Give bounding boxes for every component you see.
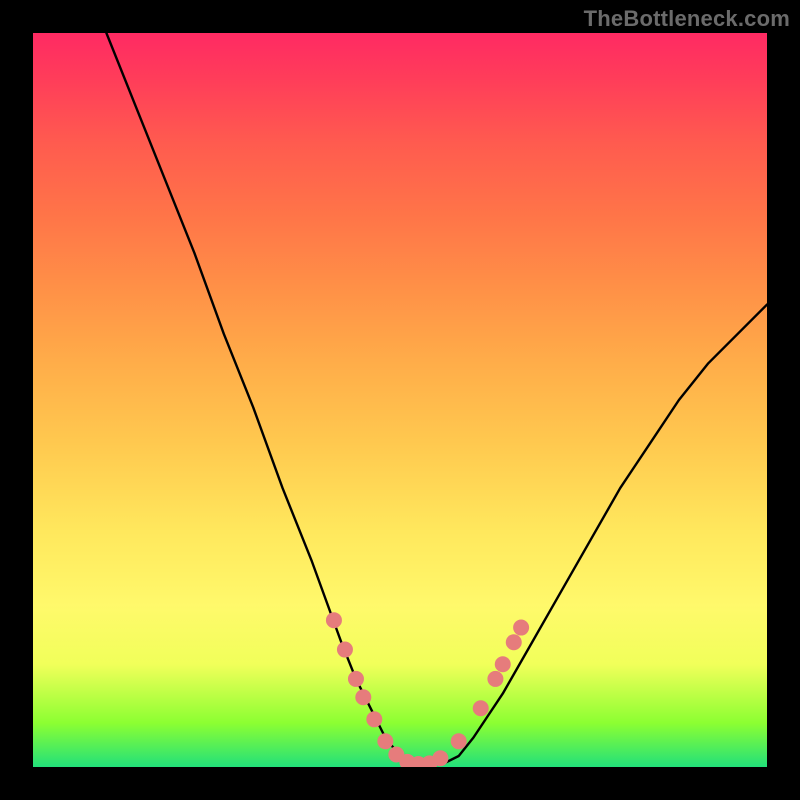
- highlight-dot: [495, 656, 511, 672]
- bottleneck-curve: [106, 33, 767, 765]
- highlight-dot: [337, 642, 353, 658]
- highlight-dot: [451, 733, 467, 749]
- highlight-dot: [473, 700, 489, 716]
- highlight-dots-group: [326, 612, 529, 767]
- highlight-dot: [513, 620, 529, 636]
- highlight-dot: [487, 671, 503, 687]
- watermark-text: TheBottleneck.com: [584, 6, 790, 32]
- highlight-dot: [432, 750, 448, 766]
- highlight-dot: [377, 733, 393, 749]
- plot-area: [33, 33, 767, 767]
- highlight-dot: [326, 612, 342, 628]
- highlight-dot: [348, 671, 364, 687]
- plot-svg: [33, 33, 767, 767]
- highlight-dot: [506, 634, 522, 650]
- highlight-dot: [366, 711, 382, 727]
- outer-frame: TheBottleneck.com: [0, 0, 800, 800]
- highlight-dot: [355, 689, 371, 705]
